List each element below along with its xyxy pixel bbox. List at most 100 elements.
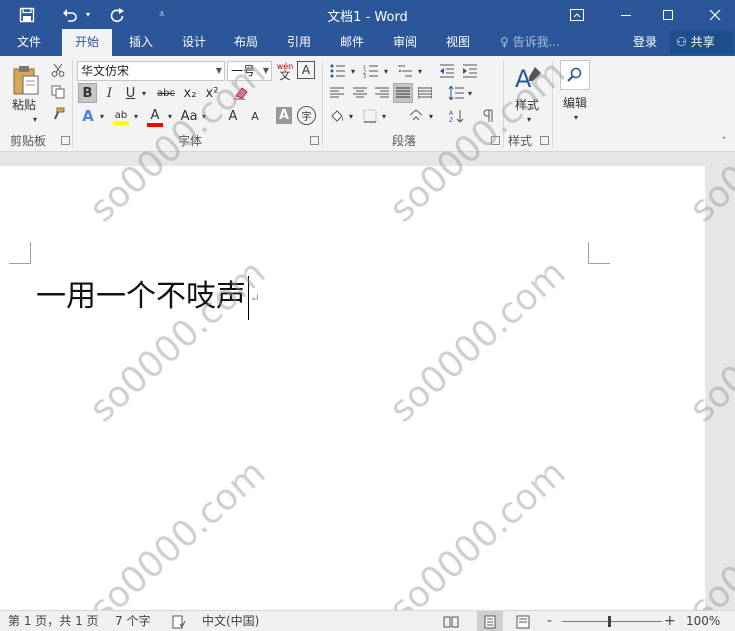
close-icon[interactable]: [698, 0, 732, 29]
tab-view[interactable]: 视图: [436, 29, 480, 56]
line-spacing-dropdown-icon[interactable]: ▾: [466, 87, 474, 99]
font-launcher-icon[interactable]: [310, 136, 319, 145]
document-page[interactable]: 一用一个不吱声 ↵: [0, 166, 705, 610]
subscript-button[interactable]: x₂: [180, 83, 200, 103]
undo-icon[interactable]: [58, 0, 82, 29]
print-layout-icon[interactable]: [477, 611, 503, 631]
document-text[interactable]: 一用一个不吱声: [36, 279, 246, 314]
font-color-dropdown-icon[interactable]: ▾: [166, 110, 174, 122]
editing-dropdown-icon[interactable]: ▾: [571, 112, 581, 122]
char-border-button[interactable]: A: [297, 61, 315, 79]
multilevel-list-icon[interactable]: [394, 61, 416, 81]
collapse-ribbon-icon[interactable]: ˆ: [718, 136, 730, 148]
tab-references[interactable]: 引用: [277, 29, 321, 56]
sort-icon[interactable]: AZ: [446, 106, 466, 126]
zoom-slider-thumb[interactable]: [608, 616, 611, 627]
clipboard-launcher-icon[interactable]: [61, 136, 70, 145]
change-case-button[interactable]: Aa: [178, 106, 200, 126]
numbering-icon[interactable]: 123: [360, 61, 382, 81]
highlight-dropdown-icon[interactable]: ▾: [132, 110, 140, 122]
strikethrough-button[interactable]: abc: [154, 83, 178, 103]
borders-icon[interactable]: [360, 106, 380, 126]
multilevel-dropdown-icon[interactable]: ▾: [416, 65, 424, 77]
change-case-dropdown-icon[interactable]: ▾: [200, 110, 208, 122]
chinese-layout-icon[interactable]: [405, 106, 427, 126]
vertical-scrollbar[interactable]: [705, 166, 735, 610]
customize-qat-icon[interactable]: ⩡: [152, 0, 172, 29]
char-shading-button[interactable]: A: [276, 107, 292, 124]
phonetic-guide-button[interactable]: wén 文: [275, 60, 295, 82]
redo-icon[interactable]: [104, 0, 130, 29]
format-painter-icon[interactable]: [48, 105, 68, 123]
clear-formatting-icon[interactable]: [230, 83, 252, 103]
share-button[interactable]: ⚇ 共享: [670, 31, 734, 54]
superscript-button[interactable]: x²: [202, 83, 222, 103]
word-count[interactable]: 7 个字: [115, 611, 150, 631]
font-color-button[interactable]: A: [144, 106, 166, 128]
decrease-indent-icon[interactable]: [436, 61, 458, 81]
zoom-in-button[interactable]: +: [664, 611, 676, 631]
font-size-combo[interactable]: 一号 ▼: [227, 61, 272, 81]
login-link[interactable]: 登录: [633, 29, 657, 56]
underline-button[interactable]: U: [122, 83, 139, 103]
maximize-icon[interactable]: [651, 0, 685, 29]
styles-gallery-icon[interactable]: A: [511, 60, 545, 96]
page-count[interactable]: 第 1 页，共 1 页: [8, 611, 99, 631]
text-effects-dropdown-icon[interactable]: ▾: [98, 110, 106, 122]
minimize-icon[interactable]: [609, 0, 643, 29]
web-layout-icon[interactable]: [516, 611, 530, 631]
line-spacing-icon[interactable]: [446, 83, 466, 103]
shrink-font-button[interactable]: A: [246, 106, 264, 126]
document-text-line[interactable]: 一用一个不吱声 ↵: [36, 276, 260, 320]
distributed-icon[interactable]: [415, 83, 435, 103]
read-mode-icon[interactable]: [443, 611, 459, 631]
tab-mailings[interactable]: 邮件: [330, 29, 374, 56]
bold-button[interactable]: B: [78, 83, 97, 103]
zoom-out-button[interactable]: -: [547, 611, 552, 631]
shading-dropdown-icon[interactable]: ▾: [347, 110, 355, 122]
language-indicator[interactable]: 中文(中国): [202, 611, 259, 631]
tab-design[interactable]: 设计: [172, 29, 216, 56]
align-right-icon[interactable]: [372, 83, 392, 103]
highlight-color-button[interactable]: ab: [110, 106, 132, 128]
align-center-icon[interactable]: [350, 83, 370, 103]
justify-icon[interactable]: [393, 83, 413, 103]
tab-insert[interactable]: 插入: [118, 29, 164, 56]
tell-me-search[interactable]: ♀ 告诉我...: [500, 29, 560, 56]
borders-dropdown-icon[interactable]: ▾: [380, 110, 388, 122]
chinese-layout-dropdown-icon[interactable]: ▾: [427, 110, 435, 122]
undo-dropdown-icon[interactable]: ▾: [82, 0, 94, 29]
styles-launcher-icon[interactable]: [540, 136, 549, 145]
zoom-slider[interactable]: [562, 611, 662, 631]
proofing-icon[interactable]: [172, 611, 186, 631]
tab-review[interactable]: 审阅: [383, 29, 427, 56]
ribbon-display-options-icon[interactable]: [560, 0, 594, 29]
font-name-combo[interactable]: 华文仿宋 ▼: [77, 61, 225, 81]
italic-button[interactable]: I: [101, 83, 118, 103]
copy-icon[interactable]: [48, 83, 68, 101]
paste-dropdown-icon[interactable]: ▾: [30, 114, 40, 124]
text-effects-icon[interactable]: A: [78, 106, 98, 126]
zoom-level[interactable]: 100%: [686, 611, 720, 631]
cut-icon[interactable]: [48, 61, 68, 79]
increase-indent-icon[interactable]: [459, 61, 481, 81]
paste-button[interactable]: [8, 62, 44, 98]
bullets-icon[interactable]: [327, 61, 349, 81]
search-icon[interactable]: [560, 60, 590, 90]
tab-layout[interactable]: 布局: [224, 29, 268, 56]
tab-home[interactable]: 开始: [62, 29, 112, 56]
styles-dropdown-icon[interactable]: ▾: [524, 114, 534, 124]
save-icon[interactable]: [12, 0, 42, 29]
paragraph-launcher-icon[interactable]: [491, 136, 500, 145]
enclose-chars-button[interactable]: 字: [297, 106, 316, 125]
grow-font-button[interactable]: A: [224, 106, 242, 126]
styles-label: 样式: [515, 98, 540, 112]
numbering-dropdown-icon[interactable]: ▾: [382, 65, 390, 77]
align-left-icon[interactable]: [327, 83, 347, 103]
editing-label[interactable]: 编辑: [563, 94, 587, 111]
bullets-dropdown-icon[interactable]: ▾: [349, 65, 357, 77]
underline-dropdown-icon[interactable]: ▾: [139, 87, 149, 99]
tab-file[interactable]: 文件: [8, 29, 50, 56]
show-marks-icon[interactable]: [478, 106, 498, 126]
shading-icon[interactable]: [327, 106, 347, 126]
